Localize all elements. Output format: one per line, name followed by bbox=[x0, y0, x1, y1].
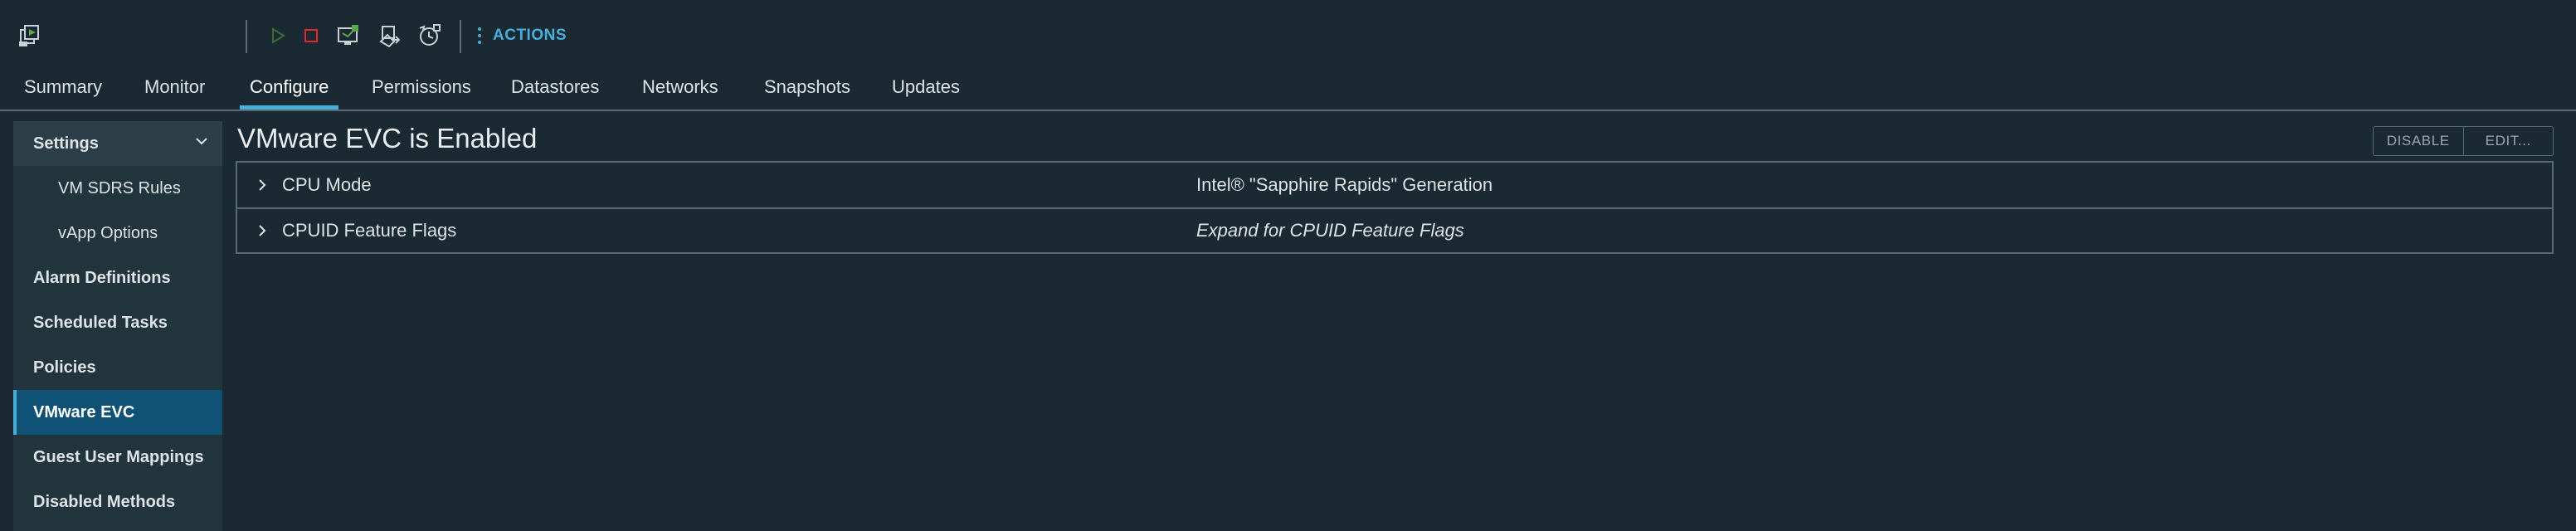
toolbar-separator bbox=[246, 20, 247, 53]
sidebar-item-policies[interactable]: Policies bbox=[13, 345, 222, 390]
sidebar-item-scheduled-tasks[interactable]: Scheduled Tasks bbox=[13, 300, 222, 345]
sidebar-item-label: Disabled Methods bbox=[33, 492, 176, 511]
chevron-down-icon bbox=[194, 134, 209, 153]
row-label: CPUID Feature Flags bbox=[282, 220, 457, 241]
tab-configure[interactable]: Configure bbox=[239, 76, 339, 110]
chevron-right-icon[interactable] bbox=[254, 222, 270, 239]
sidebar-item-vm-sdrs-rules[interactable]: VM SDRS Rules bbox=[13, 166, 222, 211]
sidebar-item-guest-user-mappings[interactable]: Guest User Mappings bbox=[13, 435, 222, 480]
page-title: VMware EVC is Enabled bbox=[237, 123, 538, 153]
tab-snapshots[interactable]: Snapshots bbox=[764, 76, 850, 106]
power-on-icon[interactable] bbox=[265, 23, 290, 48]
power-off-icon[interactable] bbox=[299, 23, 324, 48]
tab-updates[interactable]: Updates bbox=[892, 76, 960, 106]
sidebar-item-label: VM SDRS Rules bbox=[58, 178, 181, 197]
disable-button[interactable]: DISABLE bbox=[2374, 127, 2463, 155]
evc-details-panel: CPU Mode Intel® "Sapphire Rapids" Genera… bbox=[236, 161, 2554, 254]
row-value: Intel® "Sapphire Rapids" Generation bbox=[1196, 174, 1493, 195]
launch-console-icon[interactable] bbox=[336, 23, 361, 48]
sidebar-item-label: Policies bbox=[33, 358, 96, 377]
stack-row-cpu-mode[interactable]: CPU Mode Intel® "Sapphire Rapids" Genera… bbox=[237, 163, 2552, 209]
edit-button[interactable]: EDIT... bbox=[2462, 127, 2554, 155]
kebab-icon bbox=[478, 27, 481, 44]
sidebar-item-alarm-definitions[interactable]: Alarm Definitions bbox=[13, 256, 222, 300]
configure-sidebar: Settings VM SDRS Rules vApp Options Alar… bbox=[13, 121, 222, 531]
sidebar-header-label: Settings bbox=[33, 134, 99, 153]
tab-permissions[interactable]: Permissions bbox=[372, 76, 471, 106]
tab-datastores[interactable]: Datastores bbox=[511, 76, 599, 106]
sidebar-item-label: Scheduled Tasks bbox=[33, 313, 168, 332]
tab-networks[interactable]: Networks bbox=[642, 76, 718, 106]
snapshot-icon[interactable] bbox=[416, 23, 441, 48]
tab-summary[interactable]: Summary bbox=[24, 76, 102, 106]
sidebar-item-label: VMware EVC bbox=[33, 402, 135, 421]
sidebar-item-label: Guest User Mappings bbox=[33, 447, 204, 466]
sidebar-item-label: Alarm Definitions bbox=[33, 268, 171, 287]
toolbar: ACTIONS bbox=[0, 0, 2576, 71]
sidebar-item-label: vApp Options bbox=[58, 223, 158, 242]
sidebar-item-vapp-options[interactable]: vApp Options bbox=[13, 211, 222, 256]
evc-button-group: DISABLE EDIT... bbox=[2373, 126, 2554, 156]
chevron-right-icon[interactable] bbox=[254, 177, 270, 193]
actions-label: ACTIONS bbox=[493, 27, 567, 44]
migrate-icon[interactable] bbox=[377, 23, 402, 48]
row-label: CPU Mode bbox=[282, 174, 372, 195]
tab-bar: Summary Monitor Configure Permissions Da… bbox=[0, 71, 2576, 111]
tab-monitor[interactable]: Monitor bbox=[144, 76, 205, 106]
sidebar-header-settings[interactable]: Settings bbox=[13, 121, 222, 166]
vm-icon bbox=[18, 23, 43, 48]
stack-row-cpuid-feature-flags[interactable]: CPUID Feature Flags Expand for CPUID Fea… bbox=[237, 208, 2552, 253]
sidebar-item-disabled-methods[interactable]: Disabled Methods bbox=[13, 480, 222, 524]
toolbar-separator bbox=[460, 20, 461, 53]
row-value: Expand for CPUID Feature Flags bbox=[1196, 220, 1464, 241]
sidebar-item-vmware-evc[interactable]: VMware EVC bbox=[13, 390, 222, 435]
actions-menu[interactable]: ACTIONS bbox=[478, 22, 567, 50]
